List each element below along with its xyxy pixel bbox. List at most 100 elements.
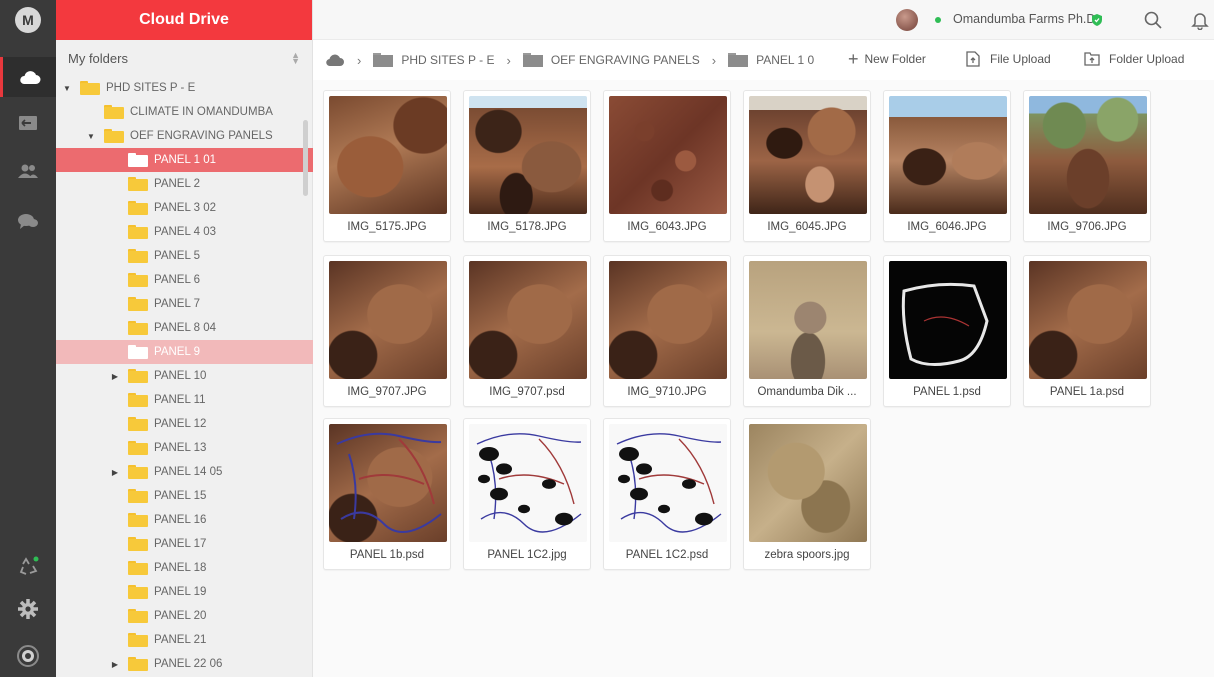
transfers-nav[interactable] [0,636,56,676]
settings-nav[interactable] [0,589,56,629]
folder-tree-item[interactable]: ▼ PHD SITES P - E [56,76,313,100]
file-card[interactable]: PANEL 1a.psd [1023,255,1151,407]
folder-tree-label: OEF ENGRAVING PANELS [130,130,273,142]
breadcrumb-item[interactable]: OEF ENGRAVING PANELS [522,53,700,67]
folder-tree-item[interactable]: ▶ PANEL 22 06 [56,652,313,676]
file-card[interactable]: IMG_9707.JPG [323,255,451,407]
file-card[interactable]: IMG_6043.JPG [603,90,731,242]
caret-down-icon[interactable]: ▼ [86,132,96,141]
folder-tree-item[interactable]: PANEL 7 [56,292,313,316]
folder-tree-item[interactable]: PANEL 5 [56,244,313,268]
folder-tree-item[interactable]: PANEL 2 [56,172,313,196]
file-thumbnail[interactable] [749,96,867,214]
shared-folders-nav[interactable] [0,103,56,143]
caret-right-icon[interactable]: ▶ [110,660,120,669]
file-card[interactable]: IMG_9707.psd [463,255,591,407]
folder-icon [128,177,148,191]
folder-tree-item[interactable]: PANEL 13 [56,436,313,460]
file-thumbnail[interactable] [749,424,867,542]
folder-tree-item[interactable]: ▼ OEF ENGRAVING PANELS [56,124,313,148]
folder-tree-item[interactable]: PANEL 19 [56,580,313,604]
breadcrumb-item[interactable]: PHD SITES P - E [373,53,494,67]
file-card[interactable]: PANEL 1.psd [883,255,1011,407]
caret-right-icon[interactable]: ▶ [110,372,120,381]
sort-icon[interactable]: ▲ ▼ [291,51,300,66]
gear-icon [18,599,38,619]
folder-upload-button[interactable]: Folder Upload [1084,51,1184,66]
file-thumbnail[interactable] [469,424,587,542]
rubbish-bin-nav[interactable] [0,547,56,587]
folder-tree-item[interactable]: CLIMATE IN OMANDUMBA [56,100,313,124]
file-card[interactable]: zebra spoors.jpg [743,418,871,570]
folder-tree-item[interactable]: PANEL 20 [56,604,313,628]
chat-nav[interactable] [0,201,56,241]
file-card[interactable]: PANEL 1C2.jpg [463,418,591,570]
folder-icon [128,441,148,455]
file-thumbnail[interactable] [1029,261,1147,379]
folder-tree-item[interactable]: PANEL 12 [56,412,313,436]
folder-tree-item[interactable]: PANEL 15 [56,484,313,508]
file-card[interactable]: Omandumba Dik ... [743,255,871,407]
folder-tree-item[interactable]: PANEL 11 [56,388,313,412]
tree-scrollbar[interactable] [303,120,308,196]
breadcrumb-item-current[interactable]: PANEL 1 0 [728,53,814,67]
file-name: zebra spoors.jpg [764,548,850,561]
mega-logo[interactable]: M [0,0,56,40]
file-name: IMG_6043.JPG [627,220,707,233]
folder-tree-label: PANEL 13 [154,442,207,454]
caret-right-icon[interactable]: ▶ [110,468,120,477]
my-folders-header[interactable]: My folders ▲ ▼ [56,40,312,76]
folder-tree-item[interactable]: ▶ PANEL 14 05 [56,460,313,484]
file-thumbnail[interactable] [1029,96,1147,214]
search-icon[interactable] [1144,11,1162,29]
folder-tree-label: PANEL 18 [154,562,207,574]
folder-tree-label: PHD SITES P - E [106,82,196,94]
file-thumbnail[interactable] [469,96,587,214]
folder-tree-item[interactable]: PANEL 16 [56,508,313,532]
folder-tree-label: PANEL 9 [154,346,201,358]
file-thumbnail[interactable] [749,261,867,379]
file-thumbnail[interactable] [609,261,727,379]
file-thumbnail[interactable] [329,96,447,214]
folder-tree-item[interactable]: PANEL 8 04 [56,316,313,340]
breadcrumb-root[interactable] [325,53,345,67]
folder-tree-label: PANEL 6 [154,274,201,286]
folder-tree-item[interactable]: PANEL 3 02 [56,196,313,220]
file-card[interactable]: IMG_5175.JPG [323,90,451,242]
bell-icon[interactable] [1191,11,1209,30]
file-thumbnail[interactable] [889,96,1007,214]
file-card[interactable]: IMG_5178.JPG [463,90,591,242]
avatar[interactable] [896,9,918,31]
folder-tree-item[interactable]: PANEL 18 [56,556,313,580]
cloud-drive-nav[interactable] [0,57,56,97]
folder-tree-item[interactable]: PANEL 4 03 [56,220,313,244]
file-card[interactable]: IMG_9710.JPG [603,255,731,407]
file-thumbnail[interactable] [609,96,727,214]
file-thumbnail[interactable] [469,261,587,379]
folder-tree-label: PANEL 2 [154,178,201,190]
folder-tree-item[interactable]: PANEL 9 [56,340,313,364]
contacts-nav[interactable] [0,151,56,191]
file-upload-button[interactable]: File Upload [966,51,1051,67]
file-card[interactable]: IMG_6045.JPG [743,90,871,242]
folder-tree-item[interactable]: PANEL 17 [56,532,313,556]
folder-icon [128,417,148,431]
folder-icon [522,53,543,67]
file-card[interactable]: PANEL 1b.psd [323,418,451,570]
caret-down-icon[interactable]: ▼ [62,84,72,93]
folder-tree-item[interactable]: PANEL 21 [56,628,313,652]
file-card[interactable]: PANEL 1C2.psd [603,418,731,570]
folder-icon [80,81,100,95]
file-thumbnail[interactable] [609,424,727,542]
file-card[interactable]: IMG_9706.JPG [1023,90,1151,242]
folder-tree-label: PANEL 19 [154,586,207,598]
folder-tree-item[interactable]: ▶ PANEL 10 [56,364,313,388]
file-card[interactable]: IMG_6046.JPG [883,90,1011,242]
file-thumbnail[interactable] [889,261,1007,379]
folder-tree-item[interactable]: PANEL 1 01 [56,148,313,172]
account-name[interactable]: Omandumba Farms Ph.D [953,12,1095,26]
file-thumbnail[interactable] [329,261,447,379]
file-thumbnail[interactable] [329,424,447,542]
new-folder-button[interactable]: + New Folder [848,50,926,68]
folder-tree-item[interactable]: PANEL 6 [56,268,313,292]
